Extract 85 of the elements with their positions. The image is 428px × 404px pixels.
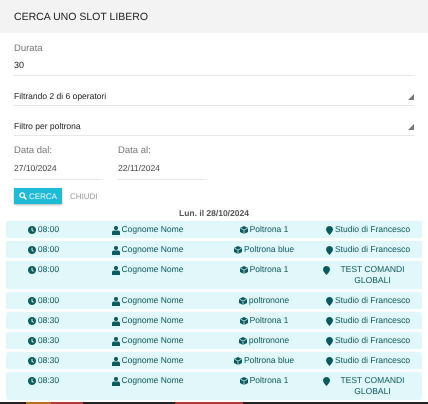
cube-icon: [240, 266, 248, 274]
search-icon: [19, 192, 27, 200]
chair-name: poltronone: [248, 295, 290, 306]
clock-icon: [28, 336, 36, 344]
map-pin-icon: [326, 316, 333, 326]
person-icon: [112, 226, 120, 234]
person-icon: [112, 316, 120, 326]
select-field[interactable]: Filtrando 2 di 6 operatori: [14, 76, 414, 106]
location-name: Studio di Francesco: [334, 315, 410, 326]
select-field[interactable]: Filtro per poltrona: [14, 106, 414, 136]
person-icon: [112, 336, 120, 346]
person-icon: [112, 356, 120, 366]
chair-name: Poltrona 1: [250, 264, 288, 275]
slot-time: 08:00: [38, 244, 60, 255]
map-pin-icon: [326, 246, 333, 254]
slot-row[interactable]: 08:00 Cognome Nome Poltrona 1 Studio di Francesco: [6, 221, 422, 238]
clock-icon: [28, 226, 36, 234]
location-name: Studio di Francesco: [334, 355, 410, 366]
operator-name: Cognome Nome: [122, 335, 184, 346]
operator-name: Cognome Nome: [122, 315, 184, 326]
map-pin-icon: [326, 226, 333, 234]
slot-time: 08:30: [38, 355, 60, 366]
clock-icon: [28, 266, 36, 274]
person-icon: [112, 376, 120, 386]
slot-time: 08:00: [38, 295, 60, 306]
date-field[interactable]: 22/11/2024: [118, 156, 206, 180]
cube-icon: [240, 226, 248, 234]
clock-icon: [28, 376, 36, 384]
field-label: Data al:: [118, 145, 152, 156]
chair-name: poltronone: [248, 335, 290, 346]
map-pin-icon: [326, 336, 333, 346]
person-icon: [112, 266, 120, 274]
person-icon: [112, 246, 120, 254]
slot-time: 08:00: [38, 224, 60, 235]
duration-field[interactable]: 30: [14, 54, 414, 76]
field-label: Data dal:: [14, 145, 54, 156]
clock-icon: [28, 356, 36, 364]
map-pin-icon: [322, 266, 330, 274]
map-pin-icon: [322, 376, 330, 386]
chair-name: Poltrona 1: [250, 315, 288, 326]
slot-row[interactable]: 08:30 Cognome Nome Poltrona 1 Studio di Francesco: [6, 312, 422, 329]
cube-icon: [240, 316, 248, 324]
location-name: Studio di Francesco: [334, 224, 410, 235]
map-pin-icon: [326, 356, 333, 366]
slot-row[interactable]: 08:00 Cognome Nome Poltrona 1 TEST COMANDI GLOBALI: [6, 261, 422, 289]
cube-icon: [238, 336, 247, 344]
dialog-title: CERCA UNO SLOT LIBERO: [14, 10, 148, 22]
operator-name: Cognome Nome: [122, 244, 184, 255]
operator-name: Cognome Nome: [122, 355, 184, 366]
slot-row[interactable]: 08:30 Cognome Nome poltronone Studio di Francesco: [6, 332, 422, 349]
field-label: Durata: [14, 43, 44, 54]
chair-name: Poltrona 1: [250, 224, 288, 235]
clock-icon: [28, 316, 36, 324]
dropdown-icon: [408, 124, 414, 130]
dropdown-icon: [408, 94, 414, 100]
location-name: TEST COMANDI GLOBALI: [339, 375, 406, 397]
map-pin-icon: [326, 296, 333, 306]
operator-name: Cognome Nome: [122, 295, 184, 306]
cube-icon: [238, 296, 247, 304]
slot-row[interactable]: 08:00 Cognome Nome poltronone Studio di Francesco: [6, 292, 422, 309]
chair-name: Poltrona 1: [250, 375, 288, 386]
chair-name: Poltrona blue: [244, 355, 294, 366]
slot-time: 08:30: [38, 315, 60, 326]
slot-row[interactable]: 08:30 Cognome Nome Poltrona 1 TEST COMANDI GLOBALI: [6, 372, 422, 400]
operator-name: Cognome Nome: [122, 375, 184, 386]
clock-icon: [28, 246, 36, 254]
slot-row[interactable]: 08:00 Cognome Nome Poltrona blue Studio di Francesco: [6, 241, 422, 258]
date-field[interactable]: 27/10/2024: [14, 156, 102, 180]
cube-icon: [234, 356, 242, 364]
slot-time: 08:00: [38, 264, 60, 275]
slot-time: 08:30: [38, 335, 60, 346]
person-icon: [112, 296, 120, 306]
cube-icon: [234, 246, 242, 254]
location-name: TEST COMANDI GLOBALI: [339, 264, 406, 286]
slot-row[interactable]: 08:30 Cognome Nome Poltrona blue Studio di Francesco: [6, 352, 422, 369]
day-heading: Lun. il 28/10/2024: [178, 208, 250, 218]
clock-icon: [28, 296, 36, 304]
operator-name: Cognome Nome: [122, 224, 184, 235]
slot-time: 08:30: [38, 375, 60, 386]
location-name: Studio di Francesco: [334, 244, 410, 255]
location-name: Studio di Francesco: [334, 335, 410, 346]
operator-name: Cognome Nome: [122, 264, 184, 275]
location-name: Studio di Francesco: [334, 295, 410, 306]
chair-name: Poltrona blue: [244, 244, 294, 255]
cube-icon: [240, 376, 248, 384]
